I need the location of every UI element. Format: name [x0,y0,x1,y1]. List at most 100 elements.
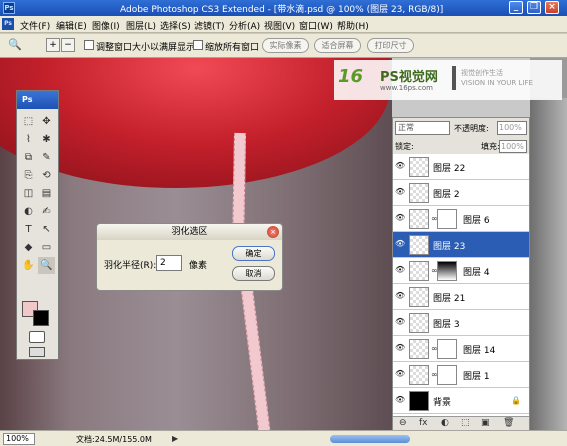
dodge-tool-icon[interactable]: ◐ [20,203,37,220]
clone-stamp-tool-icon[interactable]: ⎘ [20,167,37,184]
new-group-icon[interactable]: ⬚ [461,418,470,428]
layer-row[interactable]: 👁 图层 21 [393,284,529,310]
feather-radius-input[interactable]: 2 [156,255,182,271]
visibility-eye-icon[interactable]: 👁 [395,396,405,404]
zoom-in-button[interactable]: + [46,38,60,52]
blend-mode-select[interactable]: 正常 [395,121,450,135]
notes-tool-icon[interactable]: ▭ [38,239,55,256]
visibility-eye-icon[interactable]: 👁 [395,344,405,352]
minimize-button[interactable]: _ [509,1,523,14]
zoom-tool-icon[interactable]: 🔍 [8,38,32,54]
eraser-tool-icon[interactable]: ◫ [20,185,37,202]
layer-row[interactable]: 👁 图层 2 [393,180,529,206]
window-title: Adobe Photoshop CS3 Extended - [带水滴.psd … [120,5,444,15]
layer-row[interactable]: 👁 图层 3 [393,310,529,336]
pen-tool-icon[interactable]: ✍ [38,203,55,220]
new-layer-icon[interactable]: ▣ [481,418,490,428]
fill-input[interactable]: 100% [499,140,527,153]
menu-analysis[interactable]: 分析(A) [229,19,260,32]
brush-tool-icon[interactable]: ✎ [38,149,55,166]
visibility-eye-icon[interactable]: 👁 [395,266,405,274]
layer-name: 图层 6 [463,216,490,226]
layer-row[interactable]: 👁 ∞ 图层 1 [393,362,529,388]
menu-view[interactable]: 视图(V) [264,19,295,32]
quick-mask-icon[interactable] [29,331,45,343]
layer-thumbnail [409,365,429,385]
menu-select[interactable]: 选择(S) [160,19,191,32]
layer-mask-thumbnail[interactable] [437,209,457,229]
ok-button[interactable]: 确定 [232,246,275,261]
layer-row[interactable]: 👁 ∞ 图层 6 [393,206,529,232]
tools-panel-header[interactable]: Ps [17,91,58,109]
menu-filter[interactable]: 滤镜(T) [194,19,225,32]
layers-panel: 正常 不透明度: 100% 锁定: 填充: 100% 👁 图层 22 👁 图层 … [392,117,530,430]
lasso-tool-icon[interactable]: ⌇ [20,131,37,148]
print-size-button[interactable]: 打印尺寸 [367,38,414,53]
zoom-tool-icon[interactable]: 🔍 [38,257,55,274]
visibility-eye-icon[interactable]: 👁 [395,162,405,170]
layers-list: 👁 图层 22 👁 图层 2 👁 ∞ 图层 6 👁 图层 23 👁 ∞ 图层 4 [393,154,529,416]
visibility-eye-icon[interactable]: 👁 [395,240,405,248]
hand-tool-icon[interactable]: ✋ [20,257,37,274]
zoom-level-field[interactable]: 100% [3,433,35,445]
zoom-all-label: 缩放所有窗口 [205,43,260,53]
visibility-eye-icon[interactable]: 👁 [395,318,405,326]
fit-screen-button[interactable]: 适合屏幕 [314,38,361,53]
actual-pixels-button[interactable]: 实际像素 [262,38,309,53]
menu-window[interactable]: 窗口(W) [299,19,333,32]
marquee-tool-icon[interactable]: ⬚ [20,113,37,130]
gradient-tool-icon[interactable]: ▤ [38,185,55,202]
layer-style-icon[interactable]: fx [419,418,428,428]
layer-row[interactable]: 👁 ∞ 图层 14 [393,336,529,362]
visibility-eye-icon[interactable]: 👁 [395,370,405,378]
trash-icon[interactable]: 🗑 [503,418,514,428]
shape-tool-icon[interactable]: ◆ [20,239,37,256]
horizontal-scrollbar[interactable] [330,435,410,443]
visibility-eye-icon[interactable]: 👁 [395,292,405,300]
screen-mode-icon[interactable] [29,347,45,357]
layer-thumbnail [409,261,429,281]
resize-window-checkbox[interactable] [84,40,94,50]
layer-name: 图层 21 [433,294,466,304]
menu-file[interactable]: 文件(F) [20,19,50,32]
layer-name: 背景 [433,398,452,408]
options-bar: 🔍 + − 调整窗口大小以满屏显示 缩放所有窗口 实际像素 适合屏幕 打印尺寸 [0,34,567,58]
move-tool-icon[interactable]: ✥ [38,113,55,130]
status-menu-arrow-icon[interactable]: ▶ [172,434,178,443]
layer-mask-thumbnail[interactable] [437,339,457,359]
restore-button[interactable]: ❐ [527,1,541,14]
menu-help[interactable]: 帮助(H) [337,19,369,32]
magic-wand-tool-icon[interactable]: ✱ [38,131,55,148]
menu-image[interactable]: 图像(I) [92,19,120,32]
layer-row[interactable]: 👁 背景 🔒 [393,388,529,414]
visibility-eye-icon[interactable]: 👁 [395,188,405,196]
menu-layer[interactable]: 图层(L) [126,19,156,32]
layer-mask-thumbnail[interactable] [437,261,457,281]
history-brush-tool-icon[interactable]: ⟲ [38,167,55,184]
zoom-all-checkbox[interactable] [193,40,203,50]
layer-name: 图层 4 [463,268,490,278]
layer-thumbnail [409,287,429,307]
layer-row[interactable]: 👁 图层 22 [393,154,529,180]
link-layers-icon[interactable]: ⊖ [399,418,407,428]
path-selection-tool-icon[interactable]: ↖ [38,221,55,238]
lock-icon: 🔒 [511,396,521,405]
zoom-out-button[interactable]: − [61,38,75,52]
watermark-logo: 16 PS视觉网 www.16ps.com 视觉创作生活 VISION IN Y… [334,60,562,100]
layer-row[interactable]: 👁 ∞ 图层 4 [393,258,529,284]
menu-edit[interactable]: 编辑(E) [56,19,87,32]
app-menu-icon[interactable]: Ps [2,18,14,30]
layer-mask-thumbnail[interactable] [437,365,457,385]
crop-tool-icon[interactable]: ⧉ [20,149,37,166]
background-color-swatch[interactable] [33,310,49,326]
visibility-eye-icon[interactable]: 👁 [395,214,405,222]
menu-bar: Ps 文件(F) 编辑(E) 图像(I) 图层(L) 选择(S) 滤镜(T) 分… [0,16,567,33]
layer-row-selected[interactable]: 👁 图层 23 [393,232,529,258]
type-tool-icon[interactable]: T [20,221,37,238]
dialog-close-icon[interactable]: × [267,226,279,238]
opacity-input[interactable]: 100% [497,121,527,135]
cancel-button[interactable]: 取消 [232,266,275,281]
close-button[interactable]: × [545,1,559,14]
adjustment-layer-icon[interactable]: ◐ [441,418,449,428]
layer-name: 图层 22 [433,164,466,174]
